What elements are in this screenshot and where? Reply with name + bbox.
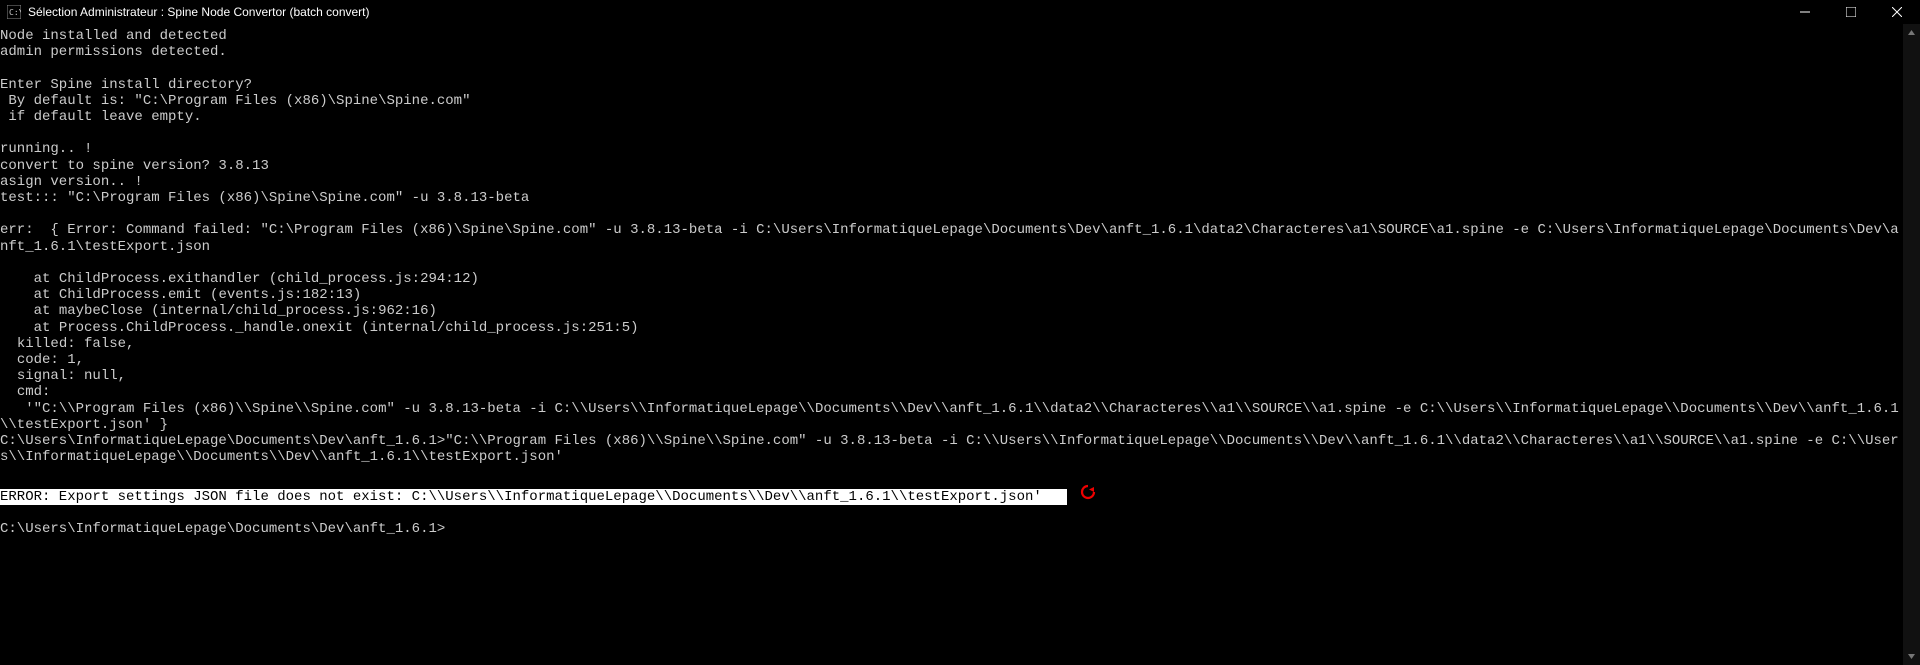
terminal-line: asign version.. ! — [0, 174, 1903, 190]
highlighted-error-text: ERROR: Export settings JSON file does no… — [0, 489, 1067, 505]
terminal-line: err: { Error: Command failed: "C:\Progra… — [0, 222, 1903, 254]
terminal-line: admin permissions detected. — [0, 44, 1903, 60]
titlebar[interactable]: C:\ Sélection Administrateur : Spine Nod… — [0, 0, 1920, 24]
annotation-refresh-icon — [1079, 483, 1097, 506]
terminal-line — [0, 206, 1903, 222]
prompt-line[interactable]: C:\Users\InformatiqueLepage\Documents\De… — [0, 521, 1903, 537]
content-area: Node installed and detectedadmin permiss… — [0, 24, 1920, 665]
terminal-line — [0, 255, 1903, 271]
terminal-line: By default is: "C:\Program Files (x86)\S… — [0, 93, 1903, 109]
window-title: Sélection Administrateur : Spine Node Co… — [28, 5, 1782, 19]
terminal-line: code: 1, — [0, 352, 1903, 368]
window-controls — [1782, 0, 1920, 24]
vertical-scrollbar[interactable] — [1903, 24, 1920, 665]
terminal-line: running.. ! — [0, 141, 1903, 157]
terminal-line: cmd: — [0, 384, 1903, 400]
terminal-line: Enter Spine install directory? — [0, 77, 1903, 93]
terminal-line: C:\Users\InformatiqueLepage\Documents\De… — [0, 433, 1903, 465]
svg-text:C:\: C:\ — [9, 8, 21, 17]
scroll-up-arrow[interactable] — [1903, 24, 1920, 41]
console-window: C:\ Sélection Administrateur : Spine Nod… — [0, 0, 1920, 665]
terminal-line: at ChildProcess.emit (events.js:182:13) — [0, 287, 1903, 303]
app-icon: C:\ — [6, 4, 22, 20]
terminal-line: Node installed and detected — [0, 28, 1903, 44]
terminal-line: test::: "C:\Program Files (x86)\Spine\Sp… — [0, 190, 1903, 206]
terminal-output[interactable]: Node installed and detectedadmin permiss… — [0, 24, 1903, 665]
terminal-line — [0, 125, 1903, 141]
terminal-line: at maybeClose (internal/child_process.js… — [0, 303, 1903, 319]
terminal-line: killed: false, — [0, 336, 1903, 352]
close-button[interactable] — [1874, 0, 1920, 24]
terminal-line: ERROR: Export settings JSON file does no… — [0, 482, 1903, 505]
terminal-line: '"C:\\Program Files (x86)\\Spine\\Spine.… — [0, 401, 1903, 433]
terminal-line: convert to spine version? 3.8.13 — [0, 158, 1903, 174]
minimize-button[interactable] — [1782, 0, 1828, 24]
terminal-line: at Process.ChildProcess._handle.onexit (… — [0, 320, 1903, 336]
terminal-line — [0, 465, 1903, 481]
terminal-line — [0, 505, 1903, 521]
terminal-line: signal: null, — [0, 368, 1903, 384]
terminal-line: if default leave empty. — [0, 109, 1903, 125]
terminal-line — [0, 60, 1903, 76]
maximize-button[interactable] — [1828, 0, 1874, 24]
terminal-line: at ChildProcess.exithandler (child_proce… — [0, 271, 1903, 287]
scroll-down-arrow[interactable] — [1903, 648, 1920, 665]
